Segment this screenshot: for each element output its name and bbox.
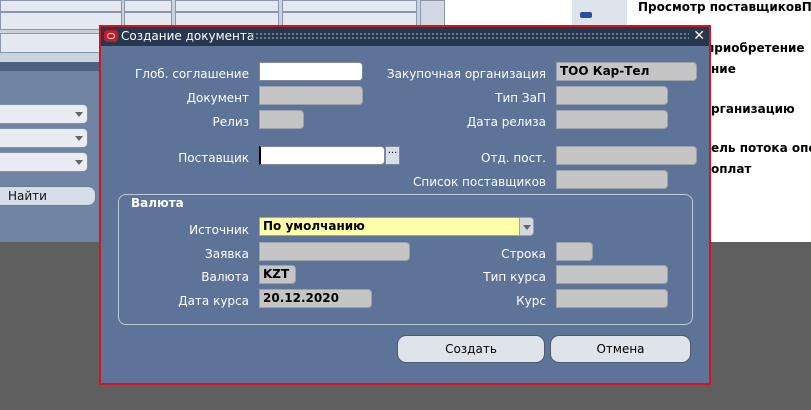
release-label: Релиз	[212, 115, 249, 129]
background-select[interactable]	[0, 128, 88, 148]
background-select[interactable]	[0, 152, 88, 172]
navigator-item[interactable]: ель потока опер	[711, 141, 811, 155]
po-type-field[interactable]	[556, 86, 668, 105]
background-cell	[0, 0, 122, 12]
chevron-down-icon[interactable]	[519, 218, 533, 235]
dialog-title: Создание документа	[121, 29, 255, 43]
dialog-title-bar[interactable]: Создание документа ✕	[101, 27, 709, 46]
supplier-lov-button[interactable]: ···	[385, 146, 400, 165]
cancel-button[interactable]: Отмена	[550, 335, 691, 363]
source-label: Источник	[189, 223, 249, 237]
source-select[interactable]: По умолчанию	[259, 217, 534, 236]
background-cell	[124, 0, 172, 12]
currency-label: Валюта	[201, 270, 249, 284]
requisition-field[interactable]	[259, 242, 410, 261]
create-button[interactable]: Создать	[397, 335, 545, 363]
supplier-list-field[interactable]	[556, 170, 668, 189]
supplier-site-field[interactable]	[556, 146, 697, 165]
supplier-site-label: Отд. пост.	[481, 151, 546, 165]
release-date-field[interactable]	[556, 110, 668, 129]
supplier-field[interactable]	[259, 146, 385, 165]
navigator-item[interactable]: приобретение	[706, 41, 805, 55]
line-label: Строка	[501, 247, 546, 261]
title-bar-grip	[251, 32, 689, 41]
po-type-label: Тип ЗаП	[495, 91, 546, 105]
requisition-label: Заявка	[205, 247, 249, 261]
global-agreement-field[interactable]	[259, 62, 363, 81]
navigator-item[interactable]: оплат	[711, 162, 751, 176]
chevron-down-icon	[75, 112, 83, 117]
chevron-down-icon	[75, 160, 83, 165]
document-field[interactable]	[259, 86, 363, 105]
purchasing-org-label: Закупочная организация	[386, 67, 546, 81]
currency-group-title: Валюта	[127, 196, 188, 210]
rate-type-label: Тип курса	[483, 270, 546, 284]
currency-field[interactable]: KZT	[259, 265, 296, 284]
navigator-item[interactable]: ние	[711, 62, 736, 76]
background-select[interactable]	[0, 104, 88, 124]
release-field[interactable]	[259, 110, 304, 129]
navigator-item[interactable]: Просмотр поставщиковПос	[638, 0, 811, 14]
rate-label: Курс	[516, 294, 546, 308]
close-icon[interactable]: ✕	[693, 27, 705, 45]
create-document-dialog: Создание документа ✕ Глоб. соглашение До…	[99, 25, 711, 385]
background-cell	[282, 0, 417, 12]
source-value: По умолчанию	[263, 219, 365, 233]
chevron-down-icon	[75, 136, 83, 141]
document-label: Документ	[186, 91, 249, 105]
rate-type-field[interactable]	[556, 265, 668, 284]
purchasing-org-field[interactable]: ТОО Кар-Тел	[556, 62, 697, 81]
rate-field[interactable]	[556, 289, 668, 308]
find-button[interactable]: Найти	[0, 186, 96, 206]
global-agreement-label: Глоб. соглашение	[134, 67, 249, 81]
supplier-label: Поставщик	[178, 151, 249, 165]
supplier-list-label: Список поставщиков	[413, 175, 546, 189]
navigator-item[interactable]: рганизацию	[711, 102, 795, 116]
rate-date-label: Дата курса	[178, 294, 249, 308]
oracle-logo-icon	[104, 30, 118, 42]
line-field[interactable]	[556, 242, 593, 261]
background-cell	[175, 0, 279, 12]
rate-date-field[interactable]: 20.12.2020	[259, 289, 372, 308]
function-icon	[580, 12, 592, 18]
release-date-label: Дата релиза	[466, 115, 546, 129]
